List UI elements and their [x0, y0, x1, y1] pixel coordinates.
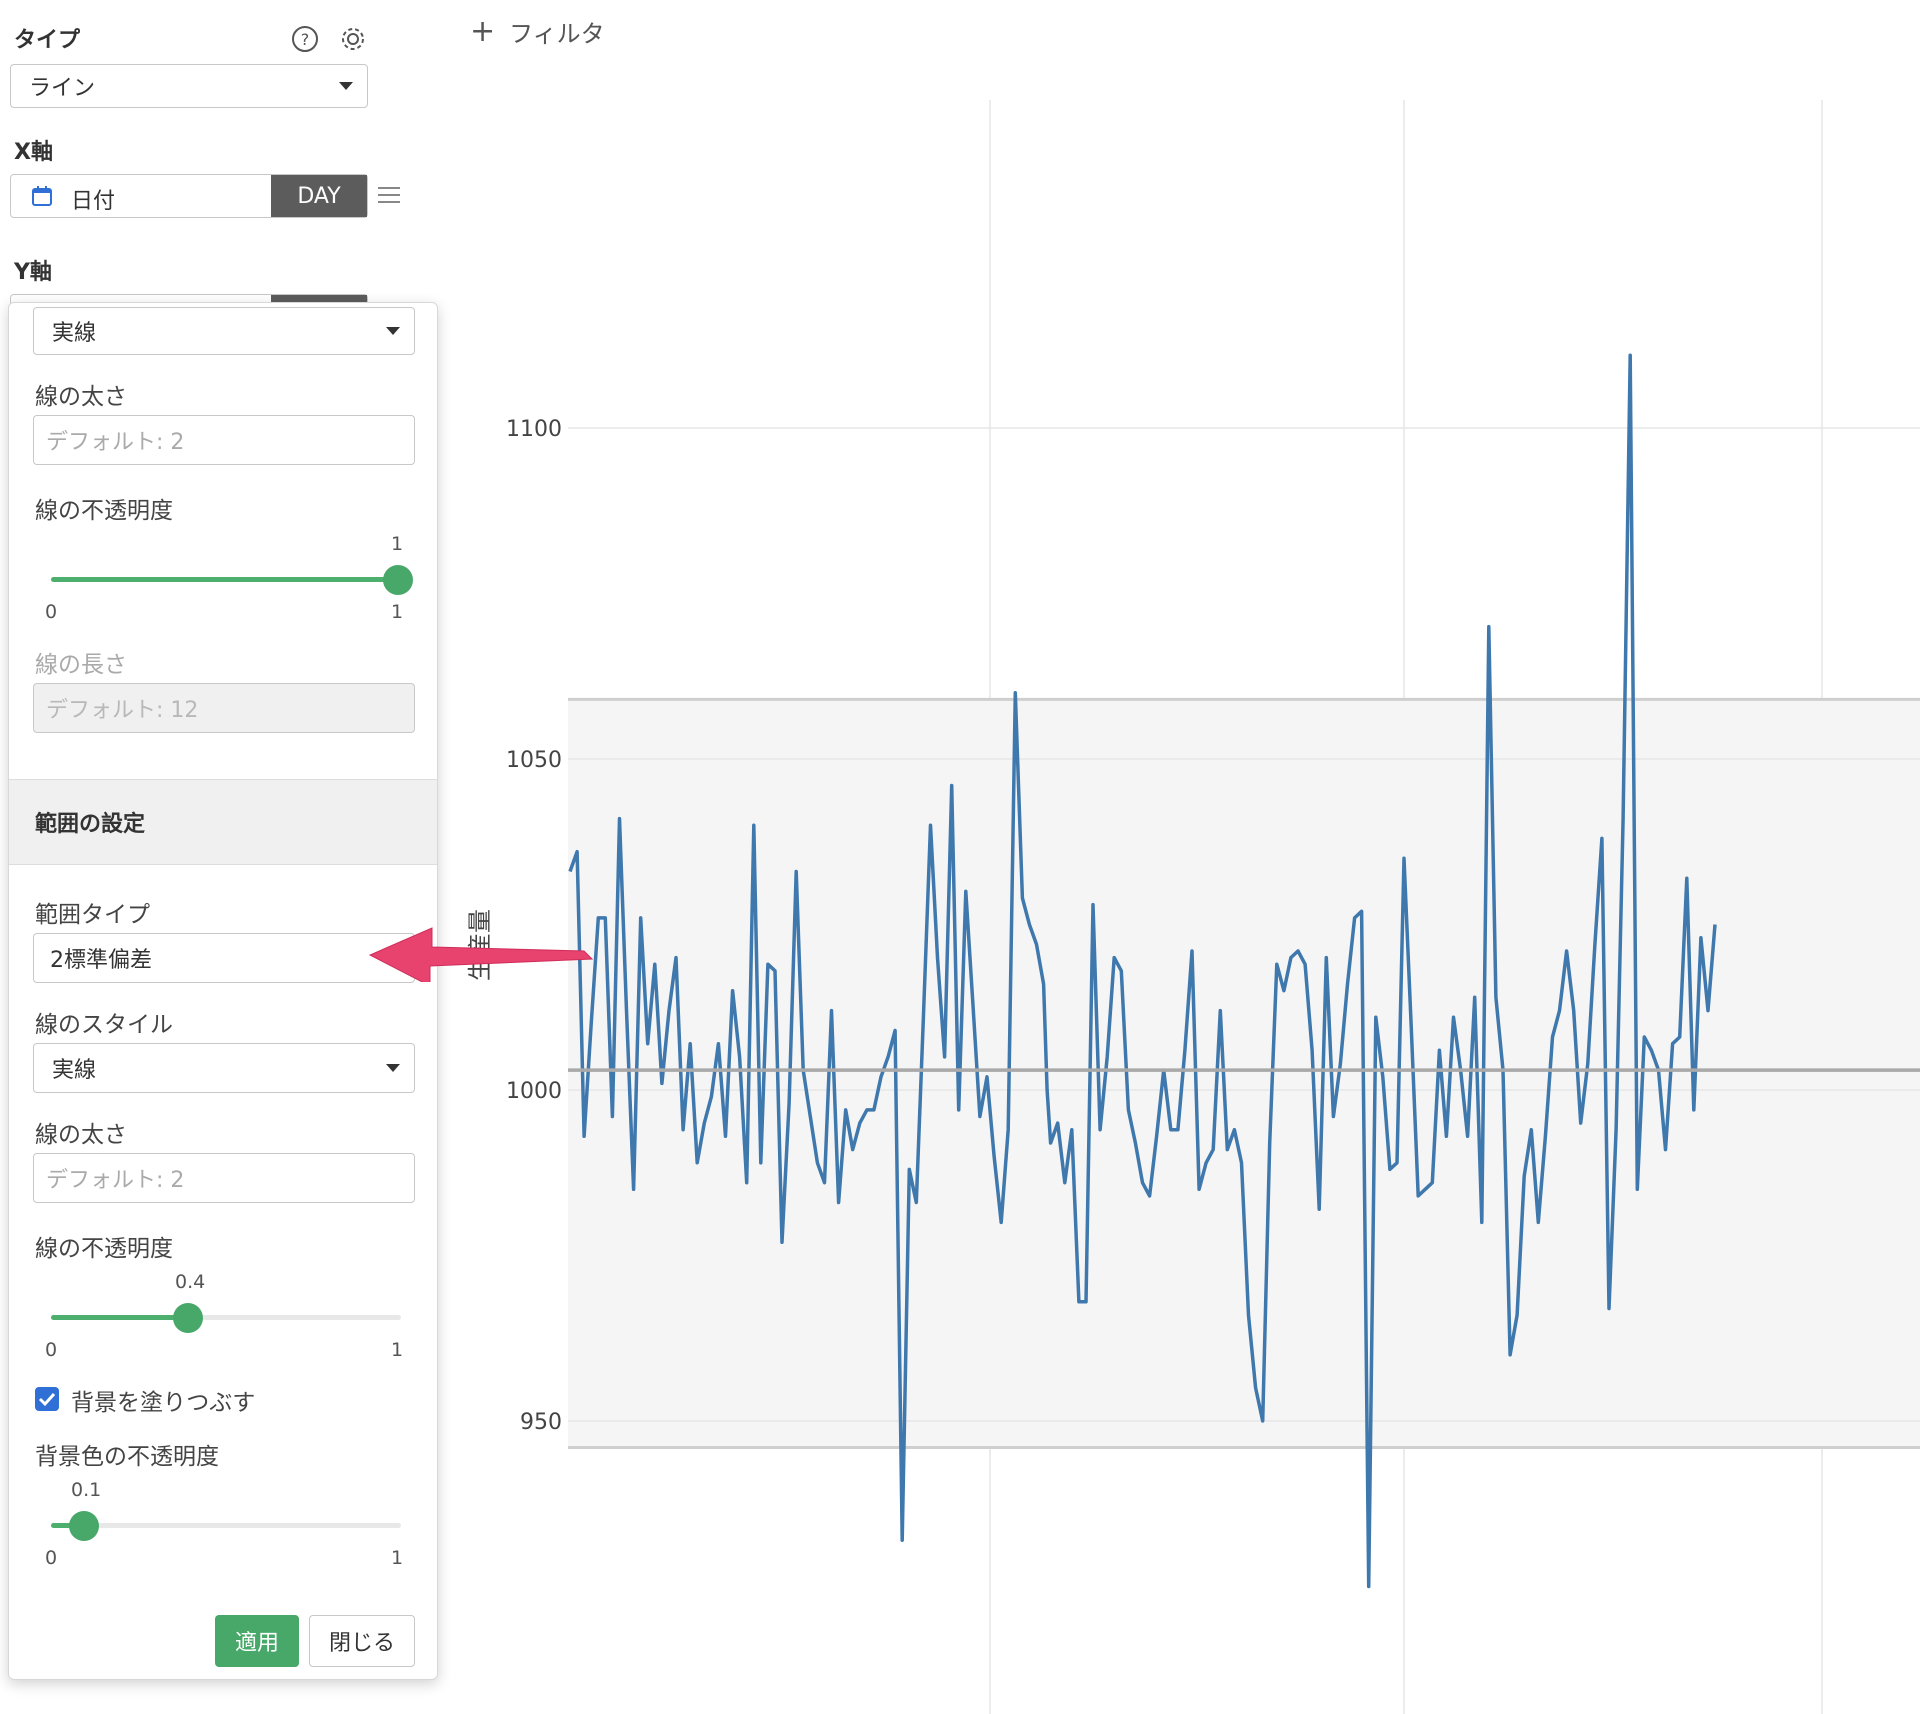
range-line-width-label: 線の太さ — [35, 1122, 127, 1148]
range-line-opacity-label: 線の不透明度 — [35, 1236, 173, 1262]
y-tick-label: 1100 — [506, 417, 562, 442]
line-opacity-thumb[interactable] — [383, 565, 413, 595]
line-length-label: 線の長さ — [35, 652, 127, 678]
x-field-value: 日付 — [71, 189, 116, 214]
close-button[interactable]: 閉じる — [309, 1615, 415, 1667]
chevron-down-icon — [386, 1064, 400, 1072]
range-line-style-select[interactable]: 実線 — [33, 1043, 415, 1093]
line-style-value: 実線 — [52, 321, 97, 346]
line-width-input[interactable]: デフォルト: 2 — [33, 415, 415, 465]
chart-type-value: ライン — [29, 76, 96, 101]
type-label: タイプ — [14, 28, 81, 53]
line-width-label: 線の太さ — [35, 384, 127, 410]
line-opacity-value: 1 — [391, 533, 404, 555]
range-line-opacity-fill — [51, 1315, 191, 1320]
bg-opacity-max: 1 — [391, 1547, 404, 1569]
gear-icon[interactable] — [338, 24, 368, 54]
bg-opacity-thumb[interactable] — [69, 1511, 99, 1541]
range-line-opacity-min: 0 — [45, 1339, 58, 1361]
range-type-input[interactable]: 2標準偏差 — [33, 933, 415, 983]
chevron-down-icon — [339, 82, 353, 90]
range-line-opacity-value: 0.4 — [175, 1271, 206, 1293]
bg-opacity-label: 背景色の不透明度 — [35, 1444, 219, 1470]
line-opacity-label: 線の不透明度 — [35, 498, 173, 524]
bg-opacity-value: 0.1 — [71, 1479, 102, 1501]
pointer-arrow — [368, 927, 594, 982]
range-section-title: 範囲の設定 — [35, 812, 146, 837]
check-icon — [38, 1392, 56, 1407]
y-tick-label: 1050 — [506, 748, 562, 773]
calendar-icon — [31, 185, 53, 211]
range-band-fill — [568, 699, 1920, 1448]
fill-background-checkbox[interactable] — [35, 1387, 59, 1411]
y-tick-label: 1000 — [506, 1079, 562, 1104]
line-opacity-max: 1 — [391, 601, 404, 623]
apply-button[interactable]: 適用 — [215, 1615, 299, 1667]
y-tick-label: 950 — [520, 1410, 562, 1435]
chart-type-select[interactable]: ライン — [10, 64, 368, 108]
range-line-opacity-max: 1 — [391, 1339, 404, 1361]
x-axis-label: X軸 — [14, 140, 53, 165]
range-section-header: 範囲の設定 — [9, 779, 437, 865]
range-line-style-value: 実線 — [52, 1058, 97, 1083]
menu-icon[interactable] — [378, 186, 400, 208]
x-field-pill[interactable]: 日付 DAY — [10, 174, 368, 218]
svg-text:?: ? — [301, 30, 310, 49]
line-settings-panel: 実線 線の太さ デフォルト: 2 線の不透明度 1 0 1 線の長さ デフォルト… — [8, 302, 438, 1680]
chevron-down-icon — [386, 327, 400, 335]
range-line-opacity-thumb[interactable] — [173, 1303, 203, 1333]
line-length-input: デフォルト: 12 — [33, 683, 415, 733]
line-opacity-min: 0 — [45, 601, 58, 623]
range-line-style-label: 線のスタイル — [35, 1012, 173, 1038]
line-chart: 950100010501100生産量 — [466, 100, 1920, 1714]
range-type-label: 範囲タイプ — [35, 902, 150, 928]
y-axis-label: Y軸 — [14, 260, 52, 285]
bg-opacity-track[interactable] — [51, 1523, 401, 1528]
range-line-width-input[interactable]: デフォルト: 2 — [33, 1153, 415, 1203]
bg-opacity-min: 0 — [45, 1547, 58, 1569]
line-opacity-fill — [51, 577, 401, 582]
help-icon[interactable]: ? — [290, 24, 320, 54]
line-style-select[interactable]: 実線 — [33, 307, 415, 355]
x-unit-button[interactable]: DAY — [271, 175, 367, 217]
fill-background-label: 背景を塗りつぶす — [71, 1390, 256, 1416]
